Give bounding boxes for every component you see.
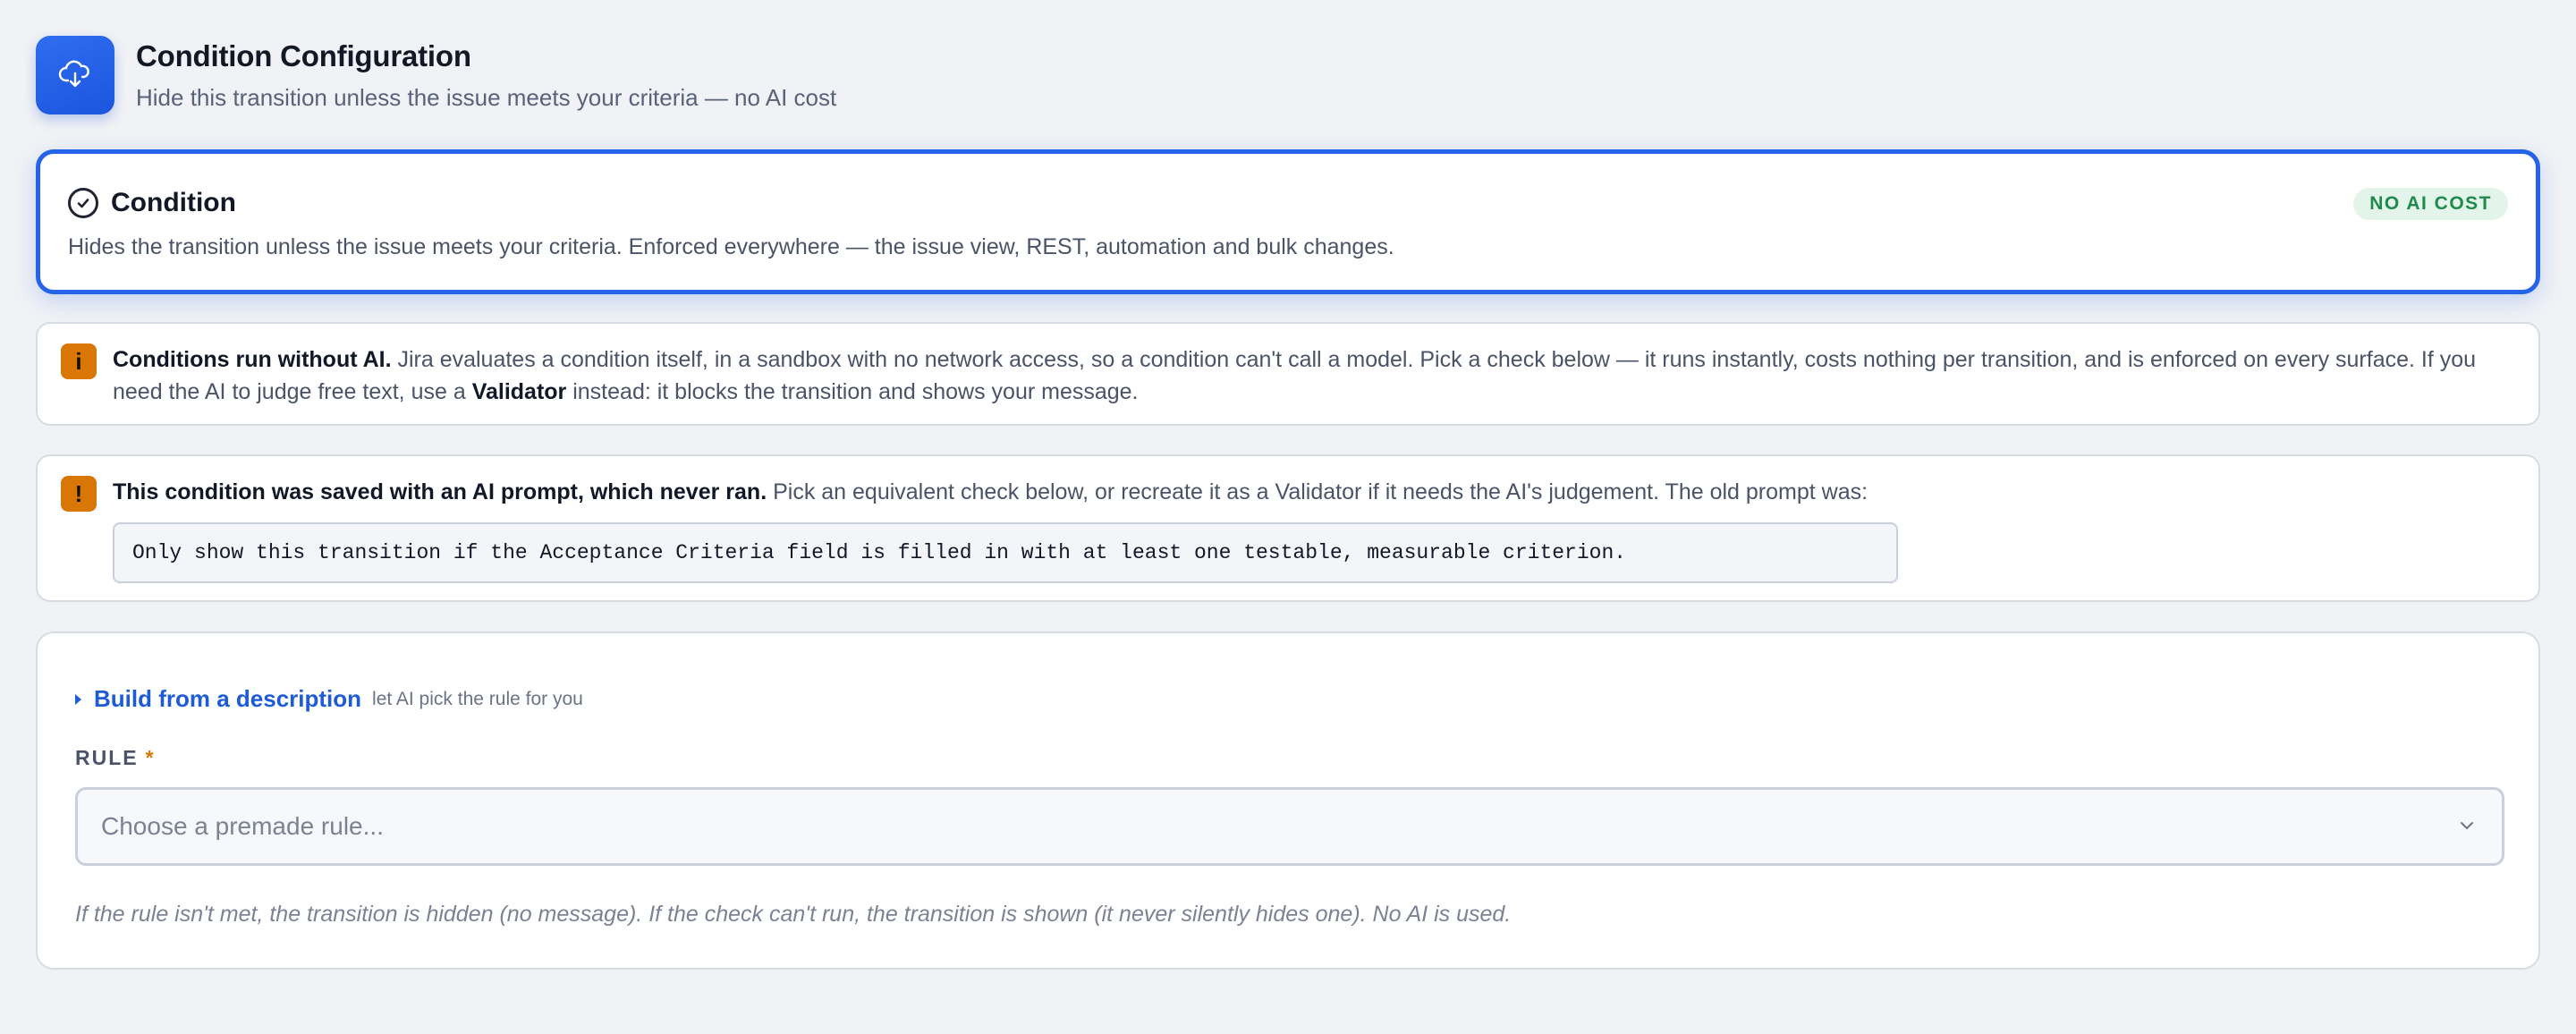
page-header: Condition Configuration Hide this transi… [36, 36, 836, 114]
page-title: Condition Configuration [136, 38, 471, 72]
rule-footnote: If the rule isn't met, the transition is… [75, 902, 1512, 927]
warning-icon: ! [61, 476, 97, 512]
rule-label: RULE * [75, 746, 154, 769]
check-circle-icon [68, 188, 98, 218]
info-icon: i [61, 343, 97, 379]
cloud-download-icon [36, 36, 114, 114]
build-hint: let AI pick the rule for you [372, 688, 583, 709]
rule-select-placeholder: Choose a premade rule... [101, 812, 384, 840]
rule-panel: Build from a description let AI pick the… [36, 631, 2540, 970]
condition-type-card[interactable]: Condition NO AI COST Hides the transitio… [36, 149, 2540, 294]
no-ai-cost-badge: NO AI COST [2353, 188, 2508, 220]
warning-notice: ! This condition was saved with an AI pr… [36, 454, 2540, 602]
build-from-description-link[interactable]: Build from a description [94, 685, 361, 713]
build-from-description-toggle[interactable]: Build from a description let AI pick the… [75, 685, 583, 713]
condition-description: Hides the transition unless the issue me… [68, 234, 1394, 259]
old-prompt-box: Only show this transition if the Accepta… [113, 522, 1898, 583]
chevron-down-icon [2461, 822, 2473, 830]
condition-configuration-page: Condition Configuration Hide this transi… [0, 0, 2576, 1034]
info-notice-text: Conditions run without AI. Jira evaluate… [113, 347, 2477, 404]
required-asterisk: * [145, 746, 154, 769]
info-notice: i Conditions run without AI. Jira evalua… [36, 322, 2540, 426]
caret-right-icon [75, 693, 81, 705]
warning-notice-text: This condition was saved with an AI prom… [113, 479, 1868, 504]
condition-title: Condition [111, 188, 236, 217]
rule-select[interactable]: Choose a premade rule... [75, 787, 2504, 866]
page-subtitle: Hide this transition unless the issue me… [136, 83, 837, 111]
